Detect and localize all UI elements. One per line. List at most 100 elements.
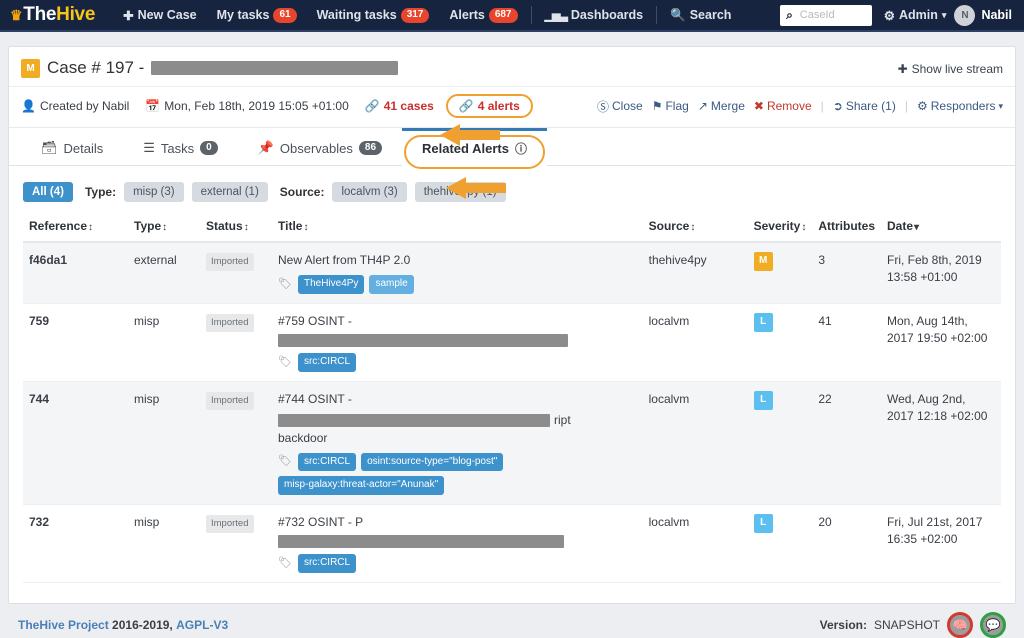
cell-source: localvm: [643, 303, 748, 381]
tab-tasks[interactable]: ☰ Tasks 0: [123, 128, 237, 165]
tag-chip[interactable]: misp-galaxy:threat-actor="Anunak": [278, 476, 444, 495]
linked-alerts-link[interactable]: 🔗 4 alerts: [446, 94, 533, 118]
nav-alerts-label: Alerts: [449, 8, 484, 22]
tag-chip[interactable]: osint:source-type="blog-post": [361, 453, 503, 472]
th-type[interactable]: Type↕: [128, 212, 200, 242]
status-badge: Imported: [206, 253, 254, 271]
caseid-search-input[interactable]: [798, 6, 868, 25]
tag-chip[interactable]: sample: [369, 275, 413, 294]
linked-cases-link[interactable]: 🔗 41 cases: [365, 99, 434, 113]
alert-title[interactable]: New Alert from TH4P 2.0: [278, 252, 613, 269]
alert-title[interactable]: #759 OSINT -: [278, 313, 613, 347]
footer-project-link[interactable]: TheHive Project: [18, 618, 109, 632]
created-by: 👤 Created by Nabil: [21, 99, 129, 113]
brain-icon[interactable]: 🧠: [947, 612, 973, 638]
caseid-search-box[interactable]: ⌕: [780, 5, 872, 26]
filter-chip-type-misp[interactable]: misp (3): [124, 182, 184, 202]
brand-logo[interactable]: ♛ The Hive: [10, 4, 95, 26]
cell-title: New Alert from TH4P 2.0🏷TheHive4Pysample: [272, 242, 643, 303]
merge-icon: ↗: [698, 99, 708, 113]
cell-status: Imported: [200, 381, 272, 504]
tag-chip[interactable]: src:CIRCL: [298, 554, 356, 573]
nav-alerts[interactable]: Alerts 687: [439, 0, 527, 31]
tag-chip[interactable]: src:CIRCL: [298, 453, 356, 472]
tab-related-alerts-label: Related Alerts: [422, 141, 509, 156]
cell-reference: 732: [23, 504, 128, 582]
filter-chip-type-external[interactable]: external (1): [192, 182, 268, 202]
action-divider: |: [821, 99, 824, 113]
filter-chip-source-thehive4py[interactable]: thehive4py (1): [415, 182, 506, 202]
nav-admin-menu[interactable]: ⚙ Admin ▾: [884, 0, 955, 31]
brand-the: The: [23, 4, 56, 26]
nav-divider: [531, 6, 532, 24]
th-status[interactable]: Status↕: [200, 212, 272, 242]
severity-badge: L: [754, 391, 773, 410]
cell-date: Wed, Aug 2nd, 2017 12:18 +02:00: [881, 381, 1001, 504]
chevron-down-icon: ▾: [942, 10, 947, 21]
footer-license-link[interactable]: AGPL-V3: [176, 618, 228, 632]
cell-status: Imported: [200, 303, 272, 381]
nav-user-menu[interactable]: N Nabil: [954, 5, 1016, 26]
chat-icon[interactable]: 💬: [980, 612, 1006, 638]
flag-case-button[interactable]: ⚑ Flag: [652, 99, 689, 113]
table-row[interactable]: 732mispImported#732 OSINT - P🏷src:CIRCLl…: [23, 504, 1001, 582]
alert-title-text: #744 OSINT -: [278, 391, 352, 408]
share-case-button[interactable]: ➲ Share (1): [833, 99, 896, 113]
alert-title-text: New Alert from TH4P 2.0: [278, 252, 410, 269]
th-date[interactable]: Date▾: [881, 212, 1001, 242]
tab-observables-count: 86: [359, 141, 382, 155]
cell-source: localvm: [643, 381, 748, 504]
remove-case-button[interactable]: ✖ Remove: [754, 99, 812, 113]
top-navbar: ♛ The Hive ✚ New Case My tasks 61 Waitin…: [0, 0, 1024, 32]
nav-dashboards[interactable]: ▁▅▃ Dashboards: [535, 0, 654, 31]
tag-list: 🏷 src:CIRCL osint:source-type="blog-post" m…: [278, 453, 608, 495]
tag-icon: 🏷: [278, 454, 292, 470]
responders-button[interactable]: ⚙ Responders ▾: [917, 99, 1003, 113]
table-row[interactable]: 759mispImported#759 OSINT -🏷src:CIRCLloc…: [23, 303, 1001, 381]
tag-chip[interactable]: src:CIRCL: [298, 353, 356, 372]
tag-list: 🏷 src:CIRCL: [278, 353, 608, 372]
th-title[interactable]: Title↕: [272, 212, 643, 242]
filter-chip-all[interactable]: All (4): [23, 182, 73, 202]
close-icon[interactable]: ⓘ: [515, 140, 527, 157]
severity-badge: M: [754, 252, 773, 271]
alert-title[interactable]: #732 OSINT - P: [278, 514, 613, 548]
footer-right: Version: SNAPSHOT 🧠 💬: [820, 612, 1006, 638]
nav-waiting-tasks[interactable]: Waiting tasks 317: [307, 0, 440, 31]
merge-case-button[interactable]: ↗ Merge: [698, 99, 745, 113]
nav-my-tasks[interactable]: My tasks 61: [207, 0, 307, 31]
alert-title[interactable]: #744 OSINT -ript: [278, 391, 613, 430]
tab-related-alerts[interactable]: Related Alerts ⓘ: [402, 128, 547, 166]
tab-observables[interactable]: 📌 Observables 86: [238, 128, 402, 165]
th-source[interactable]: Source↕: [643, 212, 748, 242]
close-case-button[interactable]: Ⓢ Close: [597, 98, 643, 115]
sort-icon: ▾: [914, 222, 919, 233]
tag-icon: 🏷: [278, 355, 292, 371]
sort-icon: ↕: [88, 222, 93, 233]
show-live-stream-button[interactable]: ✚ Show live stream: [898, 58, 1003, 76]
nav-new-case[interactable]: ✚ New Case: [113, 0, 207, 31]
case-title-text: Case # 197 -: [47, 58, 144, 78]
avatar: N: [954, 5, 975, 26]
cell-severity: L: [748, 504, 813, 582]
cell-source: thehive4py: [643, 242, 748, 303]
cell-reference: 744: [23, 381, 128, 504]
filter-chip-source-localvm[interactable]: localvm (3): [332, 182, 406, 202]
alert-title-line2: backdoor: [278, 430, 637, 447]
th-reference[interactable]: Reference↕: [23, 212, 128, 242]
table-row[interactable]: 744mispImported#744 OSINT -riptbackdoor🏷…: [23, 381, 1001, 504]
tag-chip[interactable]: TheHive4Py: [298, 275, 364, 294]
table-row[interactable]: f46da1externalImportedNew Alert from TH4…: [23, 242, 1001, 303]
footer-years: 2016-2019,: [112, 618, 173, 632]
status-badge: Imported: [206, 314, 254, 332]
cell-severity: L: [748, 303, 813, 381]
th-attributes[interactable]: Attributes: [812, 212, 881, 242]
cell-type: misp: [128, 504, 200, 582]
cell-reference: 759: [23, 303, 128, 381]
nav-search[interactable]: 🔍 Search: [660, 0, 741, 31]
th-severity[interactable]: Severity↕: [748, 212, 813, 242]
chart-bar-icon: ▁▅▃: [545, 9, 567, 22]
calendar-icon: 📅: [145, 99, 160, 113]
tab-details[interactable]: 🗃 Details: [21, 128, 123, 165]
cell-source: localvm: [643, 504, 748, 582]
